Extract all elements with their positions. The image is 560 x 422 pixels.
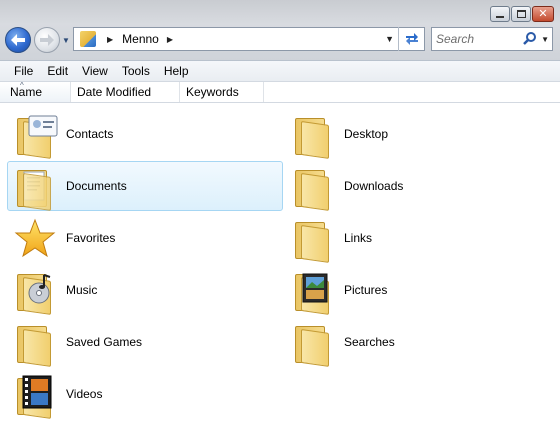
folder-item-searches[interactable]: Searches bbox=[285, 317, 555, 367]
folder-item-documents[interactable]: Documents bbox=[7, 161, 283, 211]
menu-tools[interactable]: Tools bbox=[115, 64, 157, 78]
menu-file[interactable]: File bbox=[0, 64, 40, 78]
breadcrumb-chevron-icon[interactable]: ▶ bbox=[167, 35, 173, 44]
column-header-date-modified[interactable]: Date Modified bbox=[71, 82, 180, 102]
menu-help[interactable]: Help bbox=[157, 64, 196, 78]
minimize-button[interactable] bbox=[490, 6, 510, 22]
forward-arrow-icon bbox=[40, 34, 54, 46]
column-header-keywords[interactable]: Keywords bbox=[180, 82, 264, 102]
folder-label: Desktop bbox=[344, 127, 389, 141]
search-box[interactable]: Search ▼ bbox=[431, 27, 553, 51]
search-input[interactable]: Search bbox=[436, 32, 523, 46]
close-icon: ✕ bbox=[538, 7, 548, 20]
menu-edit[interactable]: Edit bbox=[40, 64, 75, 78]
column-header-name-label: Name bbox=[10, 85, 43, 99]
user-folder-icon bbox=[80, 31, 96, 47]
menu-bar: File Edit View Tools Help bbox=[0, 60, 560, 81]
folder-item-pictures[interactable]: Pictures bbox=[285, 265, 555, 315]
close-button[interactable]: ✕ bbox=[532, 6, 554, 22]
folder-item-saved-games[interactable]: Saved Games bbox=[7, 317, 283, 367]
maximize-button[interactable] bbox=[511, 6, 531, 22]
refresh-icon bbox=[405, 33, 418, 45]
folder-item-desktop[interactable]: Desktop bbox=[285, 109, 555, 159]
search-options-dropdown-icon[interactable]: ▼ bbox=[541, 35, 549, 44]
folder-icon bbox=[290, 319, 336, 367]
folder-label: Videos bbox=[66, 387, 103, 401]
folder-label: Saved Games bbox=[66, 335, 143, 349]
folder-label: Favorites bbox=[66, 231, 116, 245]
folder-icon bbox=[290, 111, 336, 159]
star-icon bbox=[12, 215, 58, 261]
maximize-icon bbox=[512, 7, 530, 21]
minimize-icon bbox=[491, 7, 509, 21]
folder-icon bbox=[12, 319, 58, 367]
folder-icon bbox=[290, 163, 336, 211]
window-controls: ✕ bbox=[490, 6, 554, 22]
folder-item-links[interactable]: Links bbox=[285, 213, 555, 263]
breadcrumb-menno[interactable]: Menno bbox=[122, 32, 159, 46]
back-button[interactable] bbox=[5, 27, 31, 53]
folder-item-videos[interactable]: Videos bbox=[7, 369, 283, 419]
pictures-folder-icon bbox=[290, 267, 336, 315]
recent-pages-dropdown-icon[interactable]: ▼ bbox=[62, 36, 70, 45]
folder-label: Links bbox=[344, 231, 373, 245]
contacts-folder-icon bbox=[12, 111, 58, 159]
folder-label: Music bbox=[66, 283, 98, 297]
file-list: Contacts Desktop Documents Downloads Fav… bbox=[0, 104, 560, 422]
folder-item-downloads[interactable]: Downloads bbox=[285, 161, 555, 211]
folder-label: Searches bbox=[344, 335, 395, 349]
folder-label: Contacts bbox=[66, 127, 114, 141]
column-headers: ^ Name Date Modified Keywords bbox=[0, 81, 560, 103]
documents-folder-icon bbox=[12, 163, 58, 211]
folder-label: Downloads bbox=[344, 179, 404, 193]
sort-ascending-icon: ^ bbox=[20, 81, 24, 90]
search-icon[interactable] bbox=[523, 32, 537, 46]
videos-folder-icon bbox=[12, 371, 58, 419]
refresh-button[interactable] bbox=[398, 27, 424, 51]
window-chrome: ✕ ▼ ▶ Menno ▶ ▼ Search ▼ bbox=[0, 0, 560, 60]
menu-view[interactable]: View bbox=[75, 64, 115, 78]
music-folder-icon bbox=[12, 267, 58, 315]
column-header-date-modified-label: Date Modified bbox=[77, 85, 152, 99]
column-header-keywords-label: Keywords bbox=[186, 85, 239, 99]
address-dropdown-icon[interactable]: ▼ bbox=[385, 34, 394, 44]
folder-item-favorites[interactable]: Favorites bbox=[7, 213, 283, 263]
address-bar[interactable]: ▶ Menno ▶ ▼ bbox=[73, 27, 425, 51]
folder-item-music[interactable]: Music bbox=[7, 265, 283, 315]
folder-item-contacts[interactable]: Contacts bbox=[7, 109, 283, 159]
breadcrumb-chevron-icon[interactable]: ▶ bbox=[107, 35, 113, 44]
column-header-name[interactable]: ^ Name bbox=[0, 82, 71, 102]
folder-icon bbox=[290, 215, 336, 263]
back-arrow-icon bbox=[11, 34, 25, 46]
folder-label: Documents bbox=[66, 179, 127, 193]
forward-button[interactable] bbox=[34, 27, 60, 53]
folder-label: Pictures bbox=[344, 283, 388, 297]
